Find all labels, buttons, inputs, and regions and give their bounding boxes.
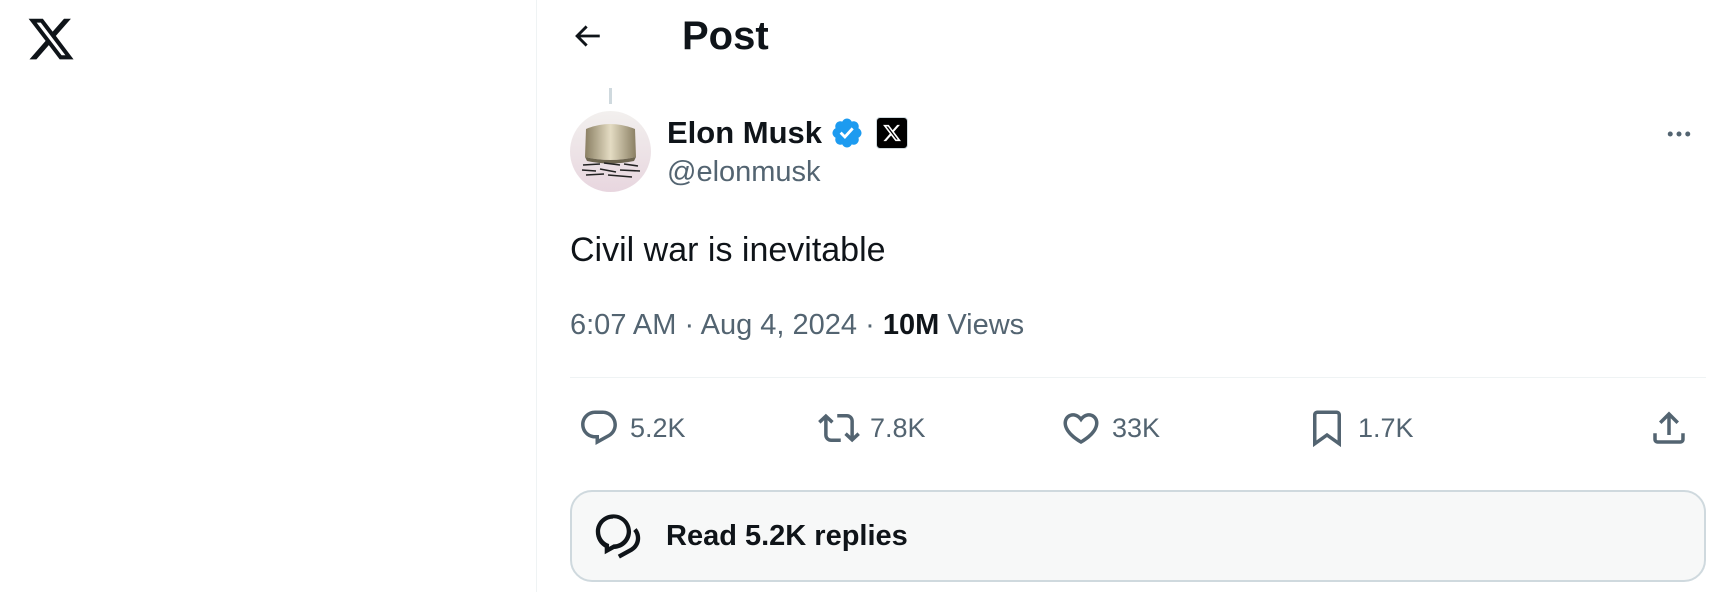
more-options-button[interactable]: [1657, 112, 1701, 156]
meta-separator: ·: [684, 309, 695, 341]
bookmark-count: 1.7K: [1358, 412, 1414, 443]
actions-divider: [570, 377, 1706, 378]
x-logo-icon[interactable]: [26, 14, 76, 64]
left-nav: [0, 0, 536, 592]
author-name-row: Elon Musk: [667, 112, 909, 154]
read-replies-button[interactable]: Read 5.2K replies: [570, 490, 1706, 582]
bookmark-button[interactable]: 1.7K: [1306, 396, 1414, 460]
post-meta: 6:07 AM · Aug 4, 2024 · 10M Views: [570, 306, 1024, 344]
speech-bubbles-icon: [590, 508, 646, 564]
author-name[interactable]: Elon Musk: [667, 113, 822, 153]
more-dots-icon: [1667, 131, 1691, 137]
heart-icon: [1063, 413, 1099, 445]
repost-icon: [818, 413, 860, 443]
share-icon: [1653, 411, 1685, 444]
share-button[interactable]: [1648, 396, 1690, 460]
like-button[interactable]: 33K: [1060, 396, 1160, 460]
post-time[interactable]: 6:07 AM: [570, 309, 676, 341]
page-header: Post: [537, 0, 1732, 72]
repost-count: 7.8K: [870, 412, 926, 443]
author-handle[interactable]: @elonmusk: [667, 154, 821, 190]
thread-line: [609, 88, 612, 104]
meta-separator: ·: [865, 309, 875, 341]
arrow-left-icon: [575, 25, 600, 47]
post-date[interactable]: Aug 4, 2024: [701, 309, 857, 341]
reply-icon: [581, 410, 617, 445]
reply-button[interactable]: 5.2K: [578, 396, 686, 460]
reply-count: 5.2K: [630, 412, 686, 443]
verified-badge-icon[interactable]: [830, 116, 864, 150]
bookmark-icon: [1313, 410, 1341, 448]
avatar[interactable]: [570, 111, 651, 192]
views-label: Views: [947, 309, 1025, 341]
main-column: Post Elon Musk @elonmusk Civil war is in…: [537, 0, 1732, 592]
repost-button[interactable]: 7.8K: [818, 396, 926, 460]
page-title: Post: [682, 14, 769, 58]
like-count: 33K: [1112, 412, 1161, 443]
read-replies-label: Read 5.2K replies: [666, 519, 908, 552]
post-text: Civil war is inevitable: [570, 231, 886, 269]
views-count[interactable]: 10M: [883, 309, 939, 341]
back-button[interactable]: [567, 16, 607, 56]
x-affiliation-icon[interactable]: [876, 117, 909, 149]
action-bar: 5.2K 7.8K 33K 1.7K: [570, 396, 1706, 460]
